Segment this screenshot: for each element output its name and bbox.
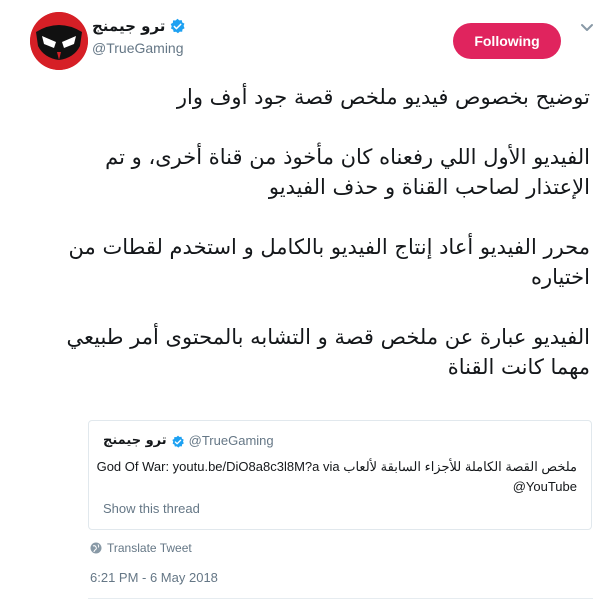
quoted-author-name: ترو جيمنج: [103, 433, 167, 448]
tweet-paragraph: الفيديو الأول اللي رفعناه كان مأخوذ من ق…: [105, 145, 590, 199]
verified-badge-icon: [171, 434, 185, 448]
translate-tweet-link[interactable]: Translate Tweet: [90, 541, 192, 555]
mask-logo-icon: [30, 12, 88, 70]
chevron-down-icon[interactable]: [580, 18, 594, 31]
quoted-text-mention[interactable]: @YouTube: [97, 477, 577, 497]
tweet-paragraph: الفيديو عبارة عن ملخص قصة و التشابه بالم…: [66, 325, 590, 379]
translate-label: Translate Tweet: [107, 541, 192, 555]
quoted-tweet-text: ملخص القصة الكاملة للأجزاء السابقة لألعا…: [97, 457, 577, 497]
author-display-name[interactable]: ترو جيمنج: [92, 17, 165, 35]
following-button[interactable]: Following: [453, 23, 561, 59]
avatar[interactable]: [30, 12, 88, 70]
quoted-author-handle: @TrueGaming: [188, 433, 274, 448]
author-handle[interactable]: @TrueGaming: [92, 40, 292, 56]
quoted-text-line: ملخص القصة الكاملة للأجزاء السابقة لألعا…: [96, 459, 577, 474]
author-block: ترو جيمنج @TrueGaming: [92, 14, 292, 56]
tweet-header: ترو جيمنج @TrueGaming Following: [0, 0, 610, 80]
globe-icon: [90, 542, 102, 554]
show-thread-link[interactable]: Show this thread: [103, 501, 200, 516]
tweet-text: توضيح بخصوص فيديو ملخص قصة جود أوف وار ا…: [60, 82, 590, 412]
divider: [88, 598, 593, 599]
quoted-tweet-card[interactable]: ترو جيمنج @TrueGaming ملخص القصة الكاملة…: [88, 420, 592, 530]
tweet-paragraph: محرر الفيديو أعاد إنتاج الفيديو بالكامل …: [68, 235, 590, 289]
quoted-tweet-header: ترو جيمنج @TrueGaming: [103, 433, 274, 448]
tweet-timestamp[interactable]: 6:21 PM - 6 May 2018: [90, 570, 218, 585]
tweet-paragraph: توضيح بخصوص فيديو ملخص قصة جود أوف وار: [176, 85, 590, 109]
verified-badge-icon: [169, 18, 186, 35]
